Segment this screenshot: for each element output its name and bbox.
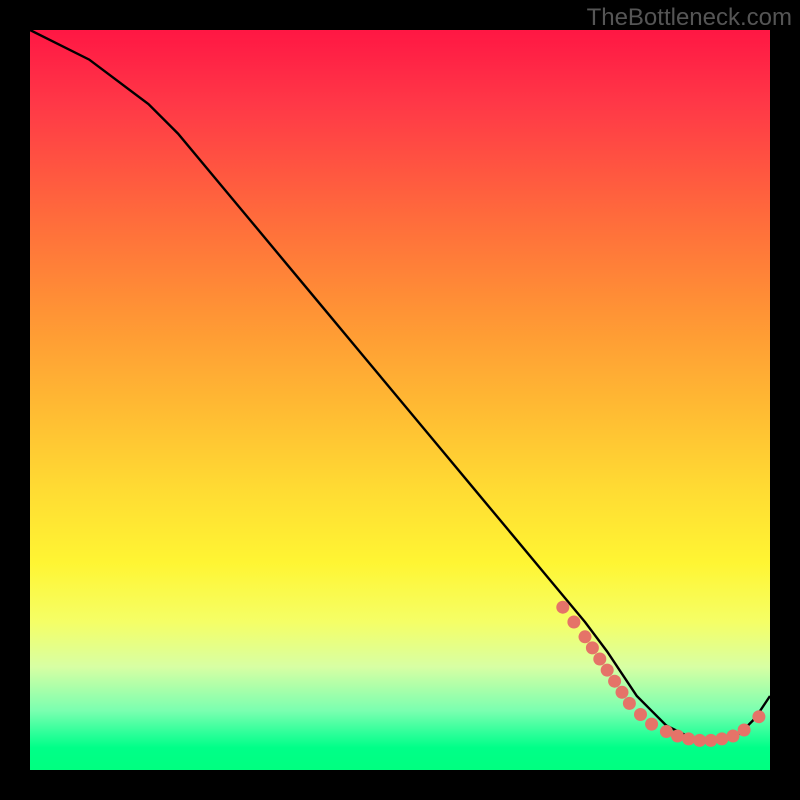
chart-marker (645, 718, 658, 731)
chart-marker (567, 616, 580, 629)
chart-marker (579, 630, 592, 643)
chart-marker (601, 664, 614, 677)
watermark-text: TheBottleneck.com (587, 4, 792, 32)
chart-svg (30, 30, 770, 770)
chart-marker (608, 675, 621, 688)
chart-marker (727, 730, 740, 743)
chart-marker (693, 734, 706, 747)
chart-marker (704, 734, 717, 747)
chart-marker (623, 697, 636, 710)
chart-marker (682, 732, 695, 745)
chart-marker (586, 641, 599, 654)
chart-marker (738, 724, 751, 737)
chart-marker (556, 601, 569, 614)
chart-markers (556, 601, 765, 747)
chart-marker (715, 732, 728, 745)
chart-marker (593, 653, 606, 666)
chart-plot-area (30, 30, 770, 770)
chart-marker (671, 730, 684, 743)
chart-marker (752, 710, 765, 723)
chart-marker (616, 686, 629, 699)
chart-line (30, 30, 770, 740)
chart-marker (660, 725, 673, 738)
chart-marker (634, 708, 647, 721)
